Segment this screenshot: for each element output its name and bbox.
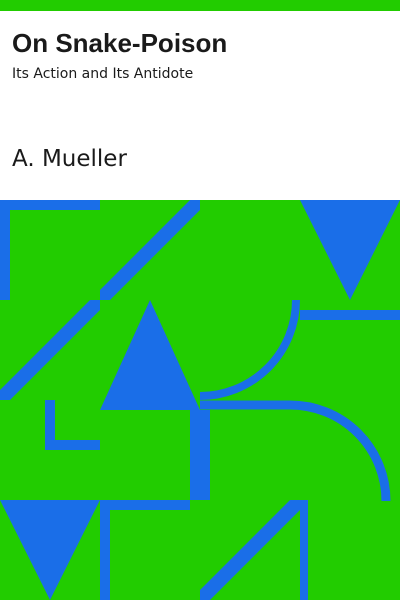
book-author: A. Mueller — [12, 146, 127, 172]
book-title: On Snake-Poison — [12, 28, 228, 58]
top-accent-bar — [0, 0, 400, 11]
bar-bottom-mid — [110, 500, 190, 510]
bar-vertical-center — [190, 410, 210, 500]
bar-right — [300, 310, 400, 320]
cover-pattern — [0, 200, 400, 600]
bar-vertical-bottom — [300, 500, 308, 600]
book-subtitle: Its Action and Its Antidote — [12, 66, 194, 82]
book-cover: On Snake-Poison Its Action and Its Antid… — [0, 0, 400, 600]
bar-bottom-left — [100, 500, 110, 600]
